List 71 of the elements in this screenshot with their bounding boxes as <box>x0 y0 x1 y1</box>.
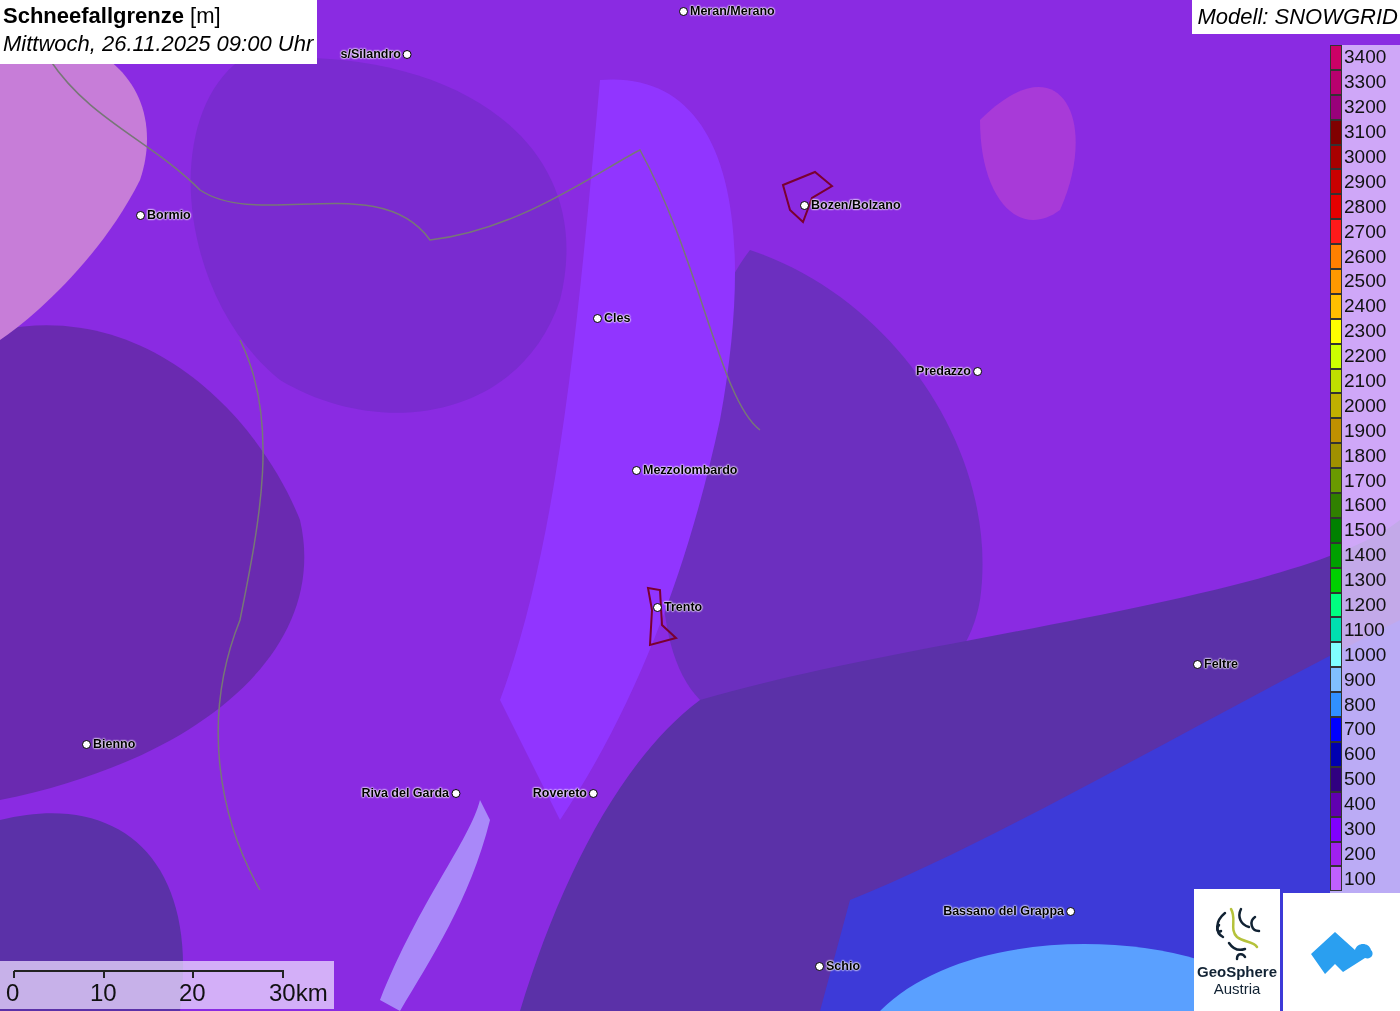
city-label: Cles <box>604 311 631 325</box>
city-marker-icon <box>973 366 982 376</box>
legend-label: 1000 <box>1344 643 1387 666</box>
logo-subtitle: Austria <box>1213 980 1261 997</box>
city-marker-icon <box>1066 906 1075 916</box>
legend-label: 2500 <box>1344 270 1387 293</box>
city-label: Bienno <box>93 737 136 751</box>
legend-label: 1600 <box>1344 494 1387 517</box>
city-label: Bassano del Grappa <box>943 904 1064 918</box>
legend-label: 3100 <box>1344 121 1387 144</box>
city-label: Trento <box>664 600 703 614</box>
city-marker-icon <box>403 49 412 59</box>
legend-label: 3200 <box>1344 96 1387 119</box>
legend-label: 700 <box>1344 718 1376 741</box>
legend-label: 2300 <box>1344 320 1387 343</box>
city-marker-icon <box>82 739 91 749</box>
scale-label: 30km <box>269 979 328 1007</box>
city-label: Bormio <box>147 208 191 222</box>
legend-label: 2200 <box>1344 345 1387 368</box>
legend-label: 3400 <box>1344 46 1387 69</box>
city-label: Bozen/Bolzano <box>811 198 901 212</box>
city-marker-icon <box>1193 659 1202 669</box>
legend-label: 2100 <box>1344 370 1387 392</box>
legend-label: 2800 <box>1344 195 1387 218</box>
legend-label: 2900 <box>1344 170 1387 193</box>
city-marker-icon <box>451 788 460 798</box>
legend-label: 1500 <box>1344 519 1387 542</box>
legend-label: 900 <box>1344 668 1376 691</box>
legend-label: 1300 <box>1344 569 1387 592</box>
city-label: Schio <box>826 959 861 973</box>
legend-label: 2400 <box>1344 295 1387 318</box>
legend-label: 3300 <box>1344 71 1387 94</box>
legend-label: 2600 <box>1344 245 1387 268</box>
legend-label: 400 <box>1344 793 1376 816</box>
legend-label: 1100 <box>1344 618 1385 641</box>
legend-label: 200 <box>1344 842 1376 865</box>
city-marker-icon <box>653 602 662 612</box>
scale-label: 20 <box>179 979 206 1007</box>
city-marker-icon <box>632 465 641 475</box>
model-label: Modell: SNOWGRID <box>1191 0 1400 34</box>
city-marker-icon <box>136 210 145 220</box>
map-title: Schneefallgrenze [m] <box>3 2 222 30</box>
legend-label: 500 <box>1344 768 1376 791</box>
legend-label: 1700 <box>1344 469 1387 492</box>
legend-label: 800 <box>1344 693 1376 716</box>
legend-label: 1900 <box>1344 419 1387 442</box>
city-marker-icon <box>593 313 602 323</box>
city-marker-icon <box>589 788 598 798</box>
legend-label: 2700 <box>1344 220 1387 243</box>
city-label: Feltre <box>1204 657 1239 671</box>
city-label: Rovereto <box>532 786 587 800</box>
legend-label: 300 <box>1344 818 1376 841</box>
logo-name: GeoSphere <box>1197 963 1277 980</box>
city-marker-icon <box>815 961 824 971</box>
city-label: Predazzo <box>916 364 971 378</box>
legend-label: 2000 <box>1344 394 1387 417</box>
legend-label: 1200 <box>1344 594 1387 617</box>
city-label: s/Silandro <box>340 47 401 61</box>
city-label: Mezzolombardo <box>643 463 738 477</box>
scale-label: 10 <box>90 979 117 1007</box>
legend-label: 600 <box>1344 743 1376 766</box>
legend-label: 100 <box>1344 867 1376 890</box>
legend-label: 3000 <box>1344 146 1387 168</box>
city-label: Meran/Merano <box>690 4 775 18</box>
city-label: Riva del Garda <box>361 786 449 800</box>
city-marker-icon <box>800 200 809 210</box>
city-marker-icon <box>679 6 688 16</box>
legend-label: 1800 <box>1344 444 1387 467</box>
map-date: Mittwoch, 26.11.2025 09:00 Uhr <box>3 30 314 58</box>
scale-label: 0 <box>6 979 20 1007</box>
legend-label: 1400 <box>1344 544 1387 567</box>
